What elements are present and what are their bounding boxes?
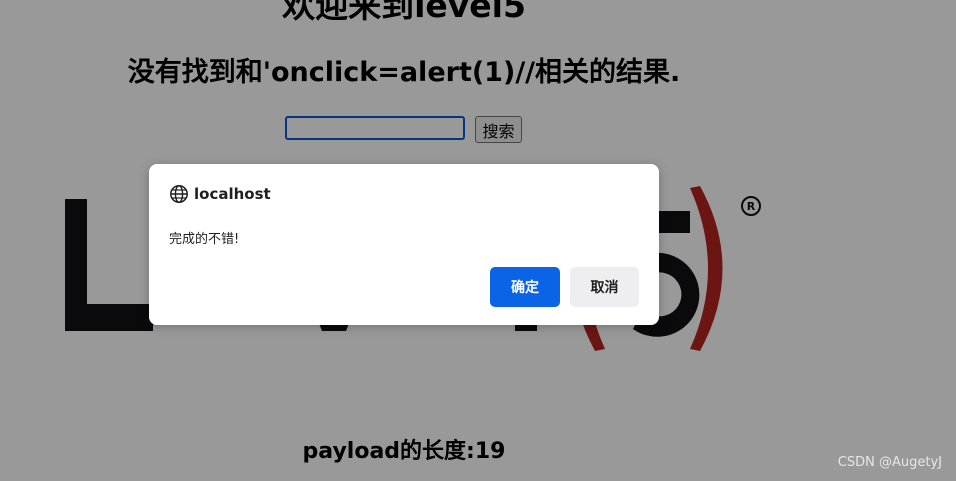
ok-button[interactable]: 确定 [490, 267, 560, 307]
globe-icon [170, 185, 188, 203]
dialog-message: 完成的不错! [169, 232, 240, 247]
dialog-header: localhost [169, 184, 271, 204]
alert-dialog: localhost 完成的不错! 确定 取消 [149, 164, 659, 325]
dialog-host: localhost [194, 185, 271, 203]
watermark: CSDN @AugetyJ [837, 455, 942, 470]
cancel-button[interactable]: 取消 [570, 267, 639, 307]
